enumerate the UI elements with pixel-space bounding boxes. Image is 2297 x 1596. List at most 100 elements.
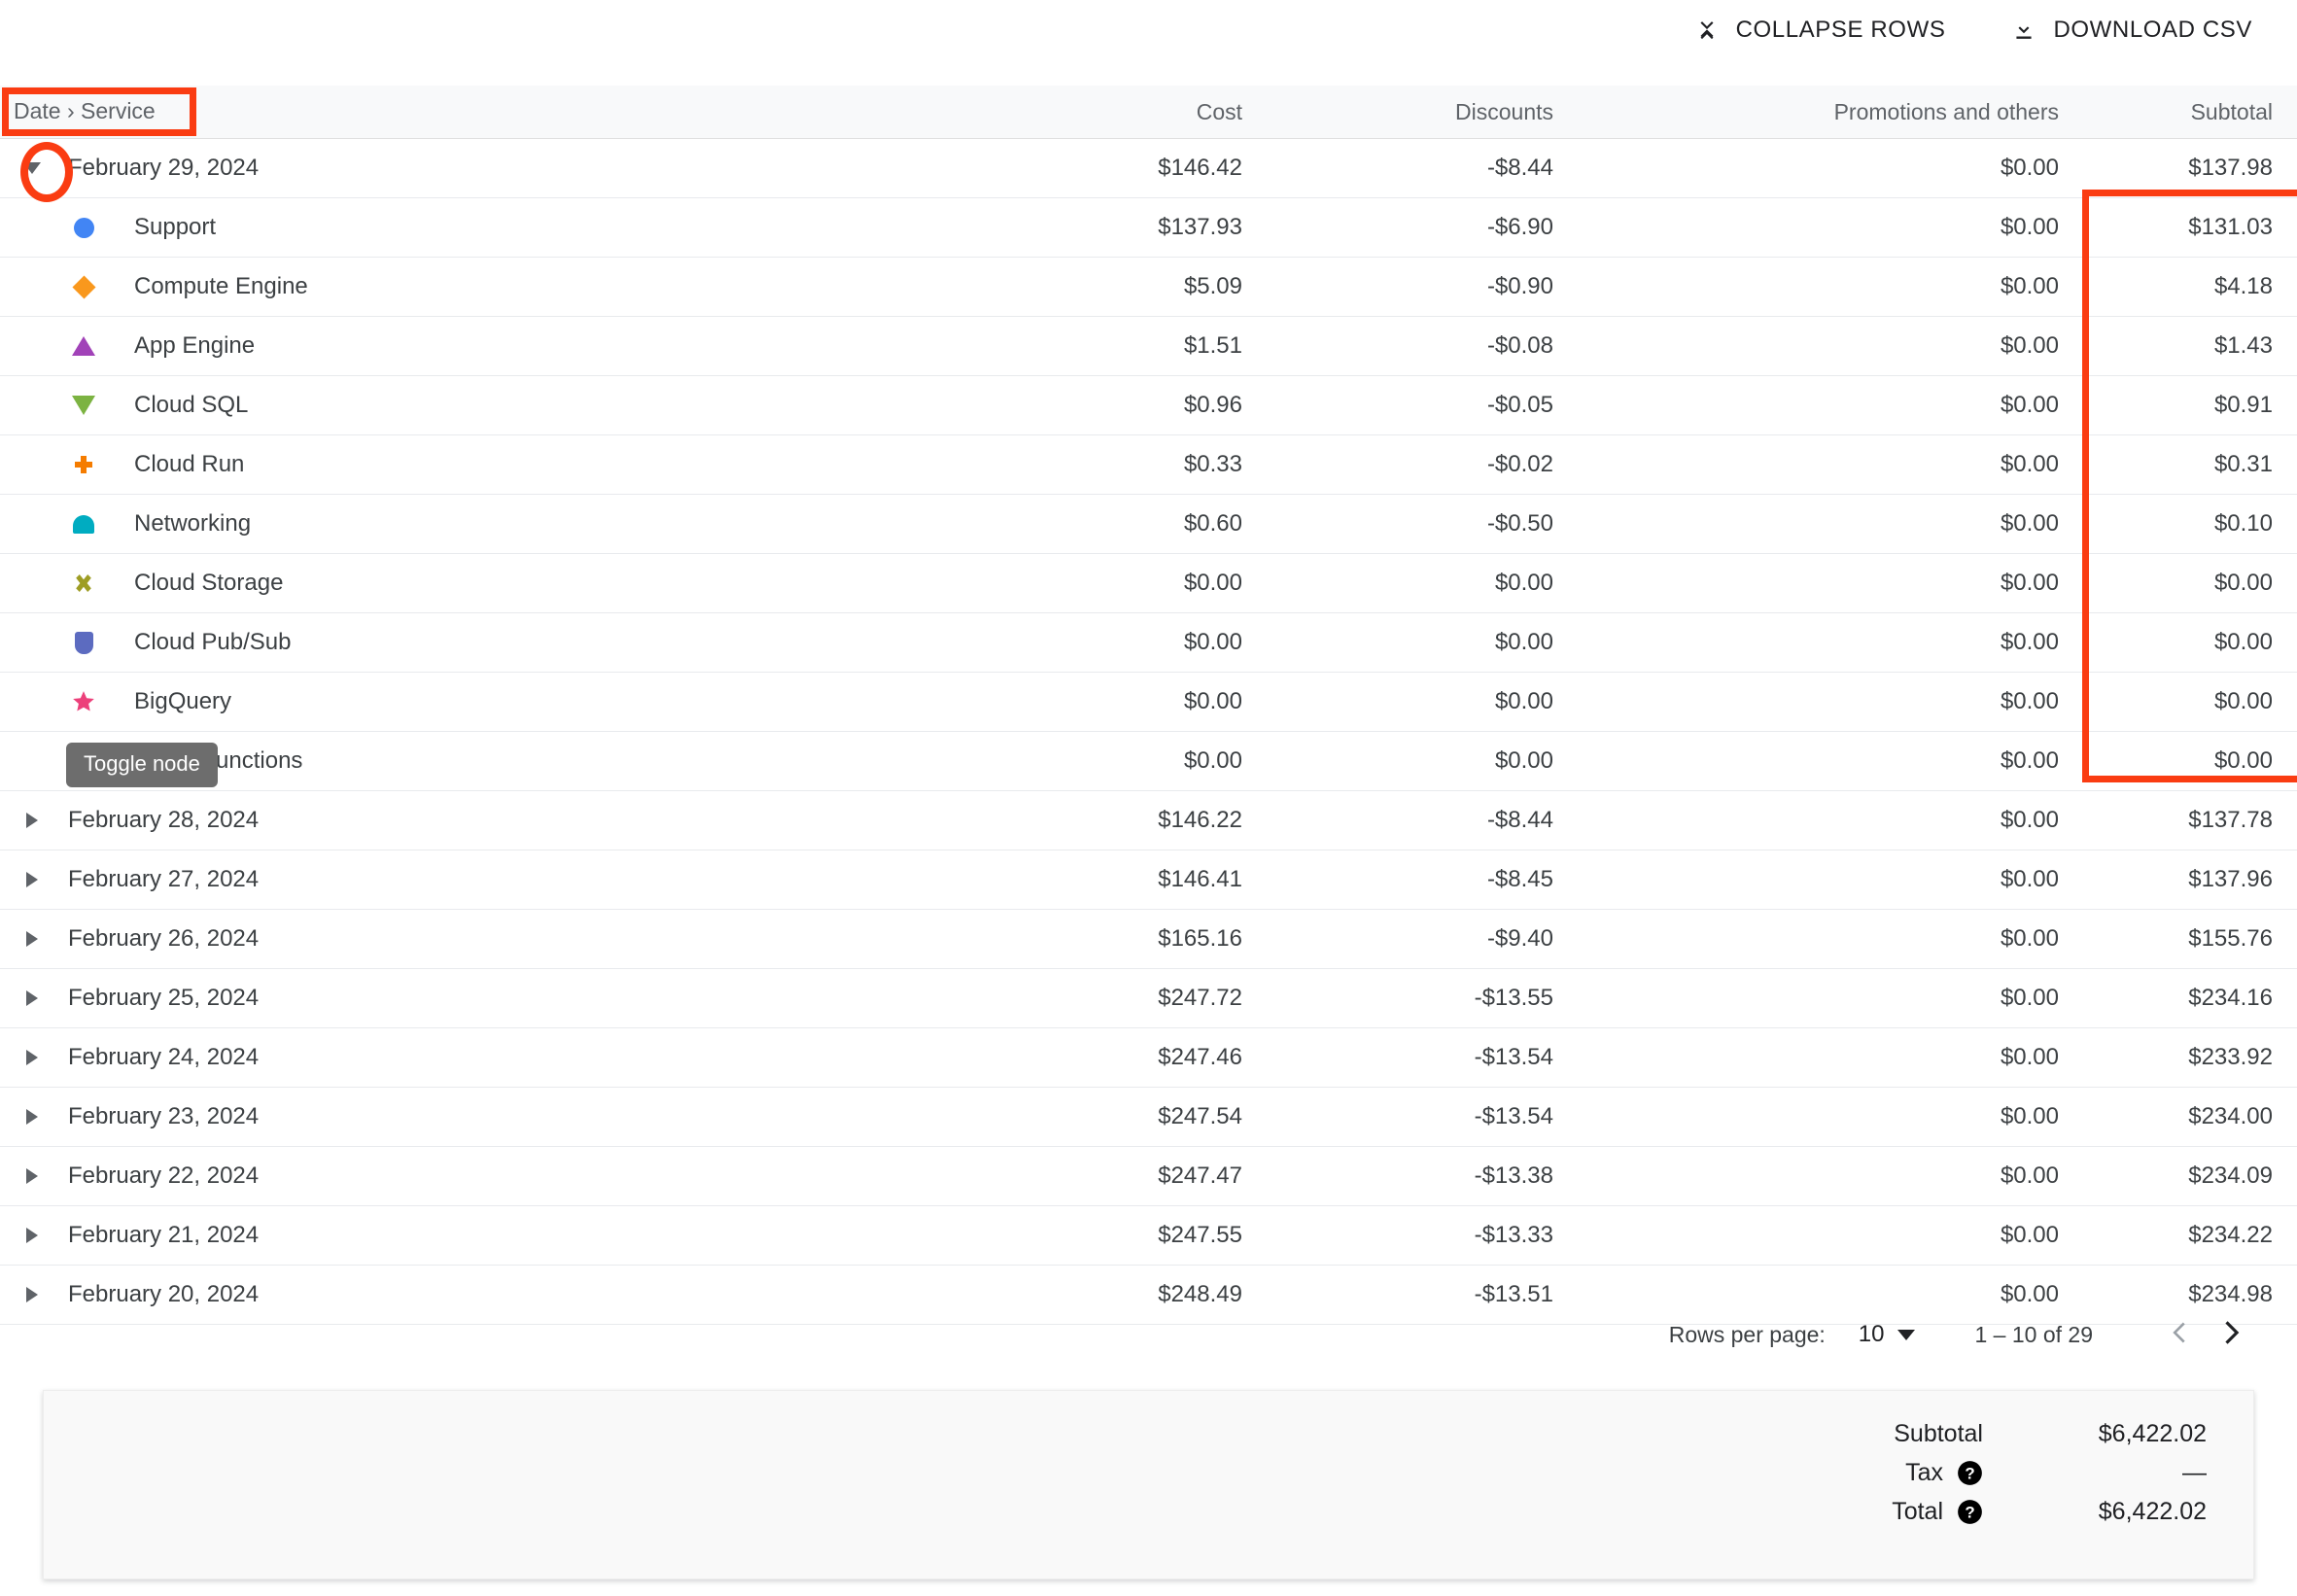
expand-toggle-button[interactable] [12,1109,52,1125]
expand-toggle-button[interactable] [12,872,52,887]
date-subtotal-cell: $233.92 [2188,1044,2273,1070]
date-group-cell: February 29, 2024 [0,155,953,182]
service-promotions-cell: $0.00 [2000,214,2059,240]
table-row-service[interactable]: Cloud SQL $0.96 -$0.05 $0.00 $0.91 [0,376,2297,435]
summary-row-tax: Tax ? — [1892,1453,2207,1492]
service-name-label: App Engine [134,332,256,359]
date-subtotal-cell: $234.09 [2188,1162,2273,1189]
service-subtotal-cell: $0.91 [2213,392,2273,418]
service-name-label: Cloud Pub/Sub [134,629,292,655]
expand-toggle-button[interactable] [12,1228,52,1243]
table-row-date[interactable]: February 25, 2024 $247.72 -$13.55 $0.00 $234… [0,969,2297,1028]
download-csv-button[interactable]: DOWNLOAD CSV [2003,11,2260,50]
help-icon[interactable]: ? [1943,1460,1983,1486]
service-subtotal-cell: $0.00 [2213,688,2273,714]
date-cost-cell: $146.41 [1158,866,1242,892]
expand-toggle-button[interactable] [12,162,52,174]
service-marker-circle-icon [56,217,111,238]
date-subtotal-cell: $155.76 [2188,925,2273,952]
date-subtotal-cell: $137.96 [2188,866,2273,892]
table-row-date[interactable]: February 21, 2024 $247.55 -$13.33 $0.00 $234… [0,1206,2297,1266]
table-row-service[interactable]: BigQuery $0.00 $0.00 $0.00 $0.00 [0,673,2297,732]
table-row-service[interactable]: Cloud Pub/Sub $0.00 $0.00 $0.00 $0.00 [0,613,2297,673]
table-row-date[interactable]: February 27, 2024 $146.41 -$8.45 $0.00 $137.… [0,850,2297,910]
service-cost-cell: $0.00 [1183,688,1242,714]
help-icon[interactable]: ? [1943,1499,1983,1525]
table-row-date[interactable]: February 24, 2024 $247.46 -$13.54 $0.00 $233… [0,1028,2297,1088]
service-name-cell: Networking [0,510,953,538]
service-subtotal-cell: $4.18 [2213,273,2273,299]
service-promotions-cell: $0.00 [2000,273,2059,299]
date-cost-cell: $146.22 [1158,807,1242,833]
expand-toggle-button[interactable] [12,813,52,828]
date-cell: February 25, 2024 [0,985,953,1012]
expand-toggle-button[interactable] [12,931,52,947]
table-row-date[interactable]: February 23, 2024 $247.54 -$13.54 $0.00 $234… [0,1088,2297,1147]
service-marker-diamond-icon [56,274,111,299]
date-cell: February 21, 2024 [0,1222,953,1249]
service-discounts-cell: $0.00 [1494,570,1553,596]
service-name-cell: Support [0,214,953,241]
table-row-date[interactable]: February 22, 2024 $247.47 -$13.38 $0.00 $234… [0,1147,2297,1206]
service-cost-cell: $0.00 [1183,570,1242,596]
billing-table: Date › Service Cost Discounts Promotions… [0,86,2297,1325]
table-row-service[interactable]: Cloud Storage $0.00 $0.00 $0.00 $0.00 [0,554,2297,613]
table-row-service[interactable]: Support $137.93 -$6.90 $0.00 $131.03 [0,198,2297,258]
date-cost-cell: $247.54 [1158,1103,1242,1129]
date-cost-cell: $165.16 [1158,925,1242,952]
column-header-subtotal[interactable]: Subtotal [2080,99,2297,125]
date-label: February 25, 2024 [68,985,260,1011]
table-row-service[interactable]: App Engine $1.51 -$0.08 $0.00 $1.43 [0,317,2297,376]
table-row-service[interactable]: Cloud Functions $0.00 $0.00 $0.00 $0.00 [0,732,2297,791]
summary-subtotal-value: $6,422.02 [2098,1419,2207,1447]
service-discounts-cell: -$0.50 [1486,510,1553,537]
table-row-service[interactable]: Networking $0.60 -$0.50 $0.00 $0.10 [0,495,2297,554]
service-promotions-cell: $0.00 [2000,629,2059,655]
column-header-name-label: Date › Service [14,97,156,123]
service-subtotal-cell: $0.10 [2213,510,2273,537]
service-promotions-cell: $0.00 [2000,570,2059,596]
table-row-service[interactable]: Compute Engine $5.09 -$0.90 $0.00 $4.18 [0,258,2297,317]
column-header-name[interactable]: Date › Service [0,96,953,128]
service-name-label: BigQuery [134,688,232,714]
service-subtotal-cell: $0.00 [2213,629,2273,655]
date-discounts-cell: -$8.44 [1486,807,1553,833]
column-header-promotions[interactable]: Promotions and others [1575,99,2080,125]
column-header-discounts[interactable]: Discounts [1264,99,1575,125]
date-promotions-cell: $0.00 [2000,925,2059,952]
summary-row-subtotal: Subtotal $6,422.02 [1892,1414,2207,1453]
previous-page-button[interactable] [2151,1307,2206,1362]
expand-toggle-button[interactable] [12,990,52,1006]
service-name-label: Support [134,214,217,240]
date-promotions-cell: $0.00 [2000,985,2059,1011]
service-discounts-cell: -$0.90 [1486,273,1553,299]
date-cell: February 22, 2024 [0,1162,953,1190]
table-row-date[interactable]: February 28, 2024 $146.22 -$8.44 $0.00 $137.… [0,791,2297,850]
service-cost-cell: $0.96 [1183,392,1242,418]
expand-toggle-button[interactable] [12,1168,52,1184]
date-cell: February 28, 2024 [0,807,953,834]
table-row-service[interactable]: Cloud Run $0.33 -$0.02 $0.00 $0.31 [0,435,2297,495]
date-discounts-cell: -$13.54 [1474,1103,1553,1129]
chevron-right-icon [26,1050,38,1065]
service-promotions-cell: $0.00 [2000,451,2059,477]
next-page-button[interactable] [2206,1307,2260,1362]
expand-toggle-button[interactable] [12,1050,52,1065]
service-subtotal-cell: $0.00 [2213,747,2273,774]
rows-per-page-select[interactable]: 10 [1859,1321,1915,1348]
table-row-date-group[interactable]: February 29, 2024 $146.42 -$8.44 $0.00 $… [0,139,2297,198]
collapse-rows-icon [1694,17,1720,43]
summary-total-value: $6,422.02 [2098,1497,2207,1525]
collapse-rows-button[interactable]: COLLAPSE ROWS [1687,11,1954,50]
service-name-label: Cloud Run [134,451,245,477]
date-discounts-cell: -$8.45 [1486,866,1553,892]
page-range-label: 1 – 10 of 29 [1974,1321,2094,1347]
service-promotions-cell: $0.00 [2000,510,2059,537]
date-cell: February 24, 2024 [0,1044,953,1071]
column-header-cost[interactable]: Cost [953,99,1264,125]
table-row-date[interactable]: February 26, 2024 $165.16 -$9.40 $0.00 $155.… [0,910,2297,969]
service-name-cell: Cloud SQL [0,392,953,419]
date-label: February 27, 2024 [68,866,260,892]
summary-rows: Subtotal $6,422.02 Tax ? — Total ? $6,42… [1892,1414,2207,1531]
summary-total-label: Total [1892,1497,1943,1525]
